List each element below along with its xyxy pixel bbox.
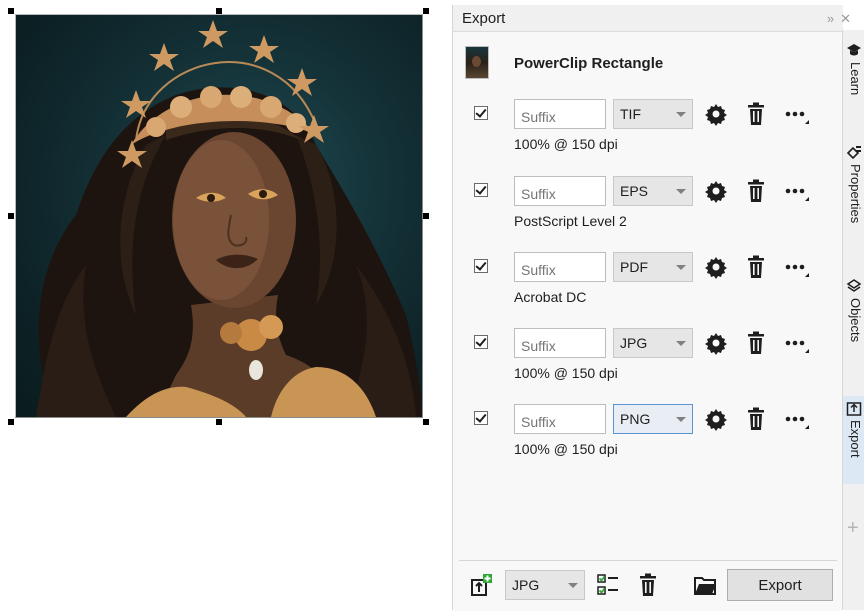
bottom-divider [459, 560, 837, 561]
gear-icon[interactable] [704, 102, 728, 126]
properties-icon [846, 146, 861, 160]
export-row: TIF 100% @ 150 dpi [453, 99, 842, 175]
close-icon[interactable]: ✕ [840, 11, 857, 26]
chevron-down-icon [568, 583, 578, 588]
format-value: PNG [620, 411, 651, 427]
docker-titlebar: Export »✕ [453, 5, 851, 31]
trash-icon[interactable] [745, 407, 767, 431]
trash-icon[interactable] [745, 255, 767, 279]
tab-label: Properties [848, 164, 863, 224]
export-row: PDF Acrobat DC [453, 252, 842, 328]
layers-icon [846, 279, 862, 292]
add-export-icon[interactable] [471, 573, 493, 597]
trash-icon[interactable] [637, 573, 659, 597]
graduation-cap-icon [847, 44, 861, 56]
export-row-description: Acrobat DC [514, 289, 587, 305]
docker-tab-strip: Learn Properties Objects Export + [842, 30, 864, 610]
docker-header-controls: »✕ [827, 11, 857, 27]
export-row-checkbox[interactable] [474, 411, 488, 425]
chevron-down-icon [676, 112, 686, 117]
gear-icon[interactable] [704, 179, 728, 203]
chevron-down-icon [676, 417, 686, 422]
resize-handle-bottom-left[interactable] [8, 419, 14, 425]
format-value: TIF [620, 106, 641, 122]
export-row-description: 100% @ 150 dpi [514, 441, 618, 457]
tab-label: Objects [848, 298, 863, 343]
format-value: JPG [620, 335, 648, 351]
powerclip-artwork[interactable] [16, 15, 422, 417]
object-thumbnail [465, 46, 489, 79]
gear-icon[interactable] [704, 331, 728, 355]
export-row-checkbox[interactable] [474, 259, 488, 273]
gear-icon[interactable] [704, 255, 728, 279]
object-name: PowerClip Rectangle [514, 55, 664, 72]
bottom-format-dropdown[interactable]: JPG [505, 570, 585, 600]
chevron-down-icon [676, 189, 686, 194]
tab-label: Export [848, 420, 863, 458]
export-row-checkbox[interactable] [474, 335, 488, 349]
export-row: EPS PostScript Level 2 [453, 176, 842, 252]
folder-icon[interactable] [693, 573, 717, 597]
tab-objects[interactable]: Objects [843, 274, 864, 364]
trash-icon[interactable] [745, 102, 767, 126]
docker-title: Export [462, 10, 506, 27]
docker-body: PowerClip Rectangle TIF 100% @ 150 dpi E… [453, 31, 842, 611]
format-value: PDF [620, 259, 648, 275]
portrait-illustration [36, 20, 422, 417]
chevron-down-icon [676, 341, 686, 346]
export-row: PNG 100% @ 150 dpi [453, 404, 842, 480]
resize-handle-bottom-right[interactable] [423, 419, 429, 425]
add-tab-icon[interactable]: + [847, 517, 859, 540]
resize-handle-right[interactable] [423, 213, 429, 219]
tab-learn[interactable]: Learn [843, 38, 864, 116]
format-dropdown[interactable]: PNG [613, 404, 693, 434]
resize-handle-top-left[interactable] [8, 8, 14, 14]
trash-icon[interactable] [745, 331, 767, 355]
more-options-icon[interactable] [783, 102, 811, 126]
collapse-icon[interactable]: » [827, 11, 840, 26]
export-row-description: 100% @ 150 dpi [514, 136, 618, 152]
more-options-icon[interactable] [783, 179, 811, 203]
export-row-description: PostScript Level 2 [514, 213, 627, 229]
checklist-icon[interactable] [596, 573, 620, 597]
export-row-description: 100% @ 150 dpi [514, 365, 618, 381]
resize-handle-top[interactable] [216, 8, 222, 14]
gear-icon[interactable] [704, 407, 728, 431]
drawing-canvas[interactable] [0, 0, 452, 610]
tab-properties[interactable]: Properties [843, 140, 864, 252]
format-dropdown[interactable]: JPG [613, 328, 693, 358]
suffix-input[interactable] [514, 328, 606, 358]
resize-handle-bottom[interactable] [216, 419, 222, 425]
export-row-checkbox[interactable] [474, 106, 488, 120]
tab-label: Learn [848, 62, 863, 96]
tab-export[interactable]: Export [843, 396, 864, 484]
format-dropdown[interactable]: EPS [613, 176, 693, 206]
export-docker: Export »✕ PowerClip Rectangle TIF 100% @… [452, 5, 851, 611]
suffix-input[interactable] [514, 404, 606, 434]
format-dropdown[interactable]: PDF [613, 252, 693, 282]
chevron-down-icon [676, 265, 686, 270]
format-value: JPG [512, 577, 540, 593]
format-dropdown[interactable]: TIF [613, 99, 693, 129]
suffix-input[interactable] [514, 252, 606, 282]
trash-icon[interactable] [745, 179, 767, 203]
format-value: EPS [620, 183, 649, 199]
export-icon [846, 402, 862, 416]
suffix-input[interactable] [514, 176, 606, 206]
resize-handle-left[interactable] [8, 213, 14, 219]
more-options-icon[interactable] [783, 255, 811, 279]
more-options-icon[interactable] [783, 331, 811, 355]
export-row: JPG 100% @ 150 dpi [453, 328, 842, 404]
export-row-checkbox[interactable] [474, 183, 488, 197]
more-options-icon[interactable] [783, 407, 811, 431]
resize-handle-top-right[interactable] [423, 8, 429, 14]
suffix-input[interactable] [514, 99, 606, 129]
export-button[interactable]: Export [727, 569, 833, 601]
